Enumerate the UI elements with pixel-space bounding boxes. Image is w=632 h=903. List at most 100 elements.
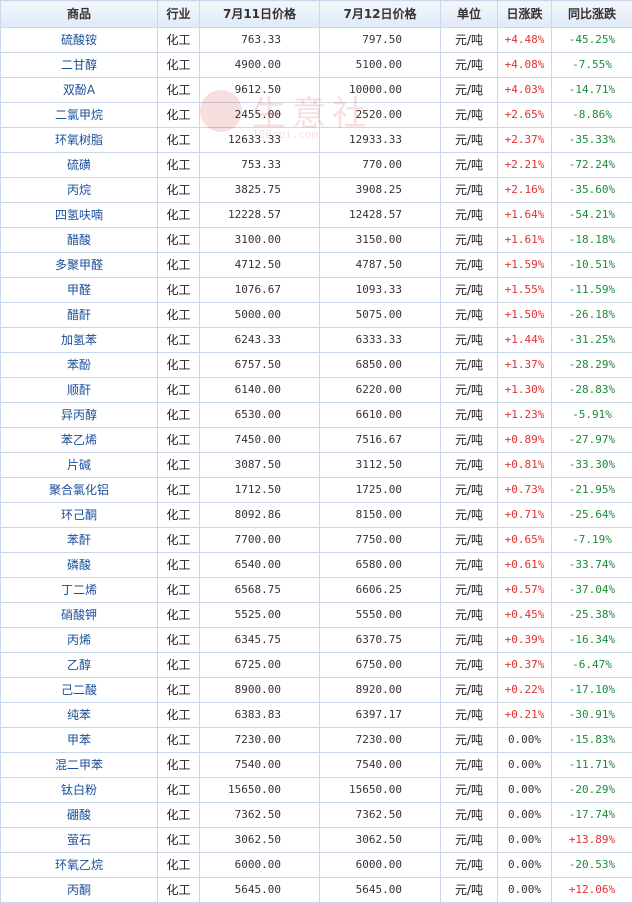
product-name-link[interactable]: 甲醛 — [1, 278, 158, 303]
product-name-link[interactable]: 硼酸 — [1, 803, 158, 828]
header-price-jul12[interactable]: 7月12日价格 — [320, 1, 441, 28]
product-name-link[interactable]: 苯乙烯 — [1, 428, 158, 453]
price-jul12-cell: 3150.00 — [320, 228, 441, 253]
product-name-link[interactable]: 二甘醇 — [1, 53, 158, 78]
table-row: 甲醛化工1076.671093.33元/吨+1.55%-11.59% — [1, 278, 632, 303]
product-name-link[interactable]: 混二甲苯 — [1, 753, 158, 778]
table-row: 纯苯化工6383.836397.17元/吨+0.21%-30.91% — [1, 703, 632, 728]
yoy-change-cell: -28.29% — [552, 353, 632, 378]
header-product[interactable]: 商品 — [1, 1, 158, 28]
product-name-link[interactable]: 环氧乙烷 — [1, 853, 158, 878]
price-jul11-cell: 6383.83 — [200, 703, 320, 728]
unit-cell: 元/吨 — [441, 878, 498, 903]
header-price-jul11[interactable]: 7月11日价格 — [200, 1, 320, 28]
product-name-link[interactable]: 丙酮 — [1, 878, 158, 903]
price-jul12-cell: 6220.00 — [320, 378, 441, 403]
price-jul11-cell: 4712.50 — [200, 253, 320, 278]
product-name-link[interactable]: 多聚甲醛 — [1, 253, 158, 278]
industry-cell: 化工 — [158, 828, 200, 853]
header-daily-change[interactable]: 日涨跌 — [498, 1, 552, 28]
product-name-link[interactable]: 片碱 — [1, 453, 158, 478]
product-name-link[interactable]: 二氯甲烷 — [1, 103, 158, 128]
price-jul11-cell: 6725.00 — [200, 653, 320, 678]
daily-change-cell: 0.00% — [498, 853, 552, 878]
product-name-link[interactable]: 丙烷 — [1, 178, 158, 203]
industry-cell: 化工 — [158, 328, 200, 353]
daily-change-cell: +1.55% — [498, 278, 552, 303]
yoy-change-cell: -18.18% — [552, 228, 632, 253]
product-name-link[interactable]: 苯酐 — [1, 528, 158, 553]
industry-cell: 化工 — [158, 278, 200, 303]
header-yoy-change[interactable]: 同比涨跌 — [552, 1, 632, 28]
price-jul11-cell: 6540.00 — [200, 553, 320, 578]
product-name-link[interactable]: 乙醇 — [1, 653, 158, 678]
industry-cell: 化工 — [158, 853, 200, 878]
product-name-link[interactable]: 磷酸 — [1, 553, 158, 578]
price-jul12-cell: 6850.00 — [320, 353, 441, 378]
price-jul11-cell: 3100.00 — [200, 228, 320, 253]
product-name-link[interactable]: 硝酸钾 — [1, 603, 158, 628]
product-name-link[interactable]: 硫酸铵 — [1, 28, 158, 53]
header-unit[interactable]: 单位 — [441, 1, 498, 28]
table-row: 己二酸化工8900.008920.00元/吨+0.22%-17.10% — [1, 678, 632, 703]
daily-change-cell: 0.00% — [498, 778, 552, 803]
unit-cell: 元/吨 — [441, 453, 498, 478]
table-row: 甲苯化工7230.007230.00元/吨0.00%-15.83% — [1, 728, 632, 753]
price-jul12-cell: 6606.25 — [320, 578, 441, 603]
daily-change-cell: +2.16% — [498, 178, 552, 203]
product-name-link[interactable]: 纯苯 — [1, 703, 158, 728]
industry-cell: 化工 — [158, 228, 200, 253]
product-name-link[interactable]: 顺酐 — [1, 378, 158, 403]
product-name-link[interactable]: 环己酮 — [1, 503, 158, 528]
table-row: 双酚A化工9612.5010000.00元/吨+4.03%-14.71% — [1, 78, 632, 103]
product-name-link[interactable]: 双酚A — [1, 78, 158, 103]
price-jul12-cell: 12933.33 — [320, 128, 441, 153]
product-name-link[interactable]: 异丙醇 — [1, 403, 158, 428]
unit-cell: 元/吨 — [441, 553, 498, 578]
unit-cell: 元/吨 — [441, 128, 498, 153]
table-row: 硫酸铵化工763.33797.50元/吨+4.48%-45.25% — [1, 28, 632, 53]
table-row: 四氢呋喃化工12228.5712428.57元/吨+1.64%-54.21% — [1, 203, 632, 228]
table-row: 乙醇化工6725.006750.00元/吨+0.37%-6.47% — [1, 653, 632, 678]
product-name-link[interactable]: 聚合氯化铝 — [1, 478, 158, 503]
price-jul11-cell: 753.33 — [200, 153, 320, 178]
industry-cell: 化工 — [158, 378, 200, 403]
product-name-link[interactable]: 醋酐 — [1, 303, 158, 328]
yoy-change-cell: -37.04% — [552, 578, 632, 603]
product-name-link[interactable]: 硫磺 — [1, 153, 158, 178]
product-name-link[interactable]: 苯酚 — [1, 353, 158, 378]
industry-cell: 化工 — [158, 428, 200, 453]
price-jul11-cell: 1712.50 — [200, 478, 320, 503]
daily-change-cell: +0.45% — [498, 603, 552, 628]
unit-cell: 元/吨 — [441, 203, 498, 228]
unit-cell: 元/吨 — [441, 653, 498, 678]
product-name-link[interactable]: 钛白粉 — [1, 778, 158, 803]
product-name-link[interactable]: 丁二烯 — [1, 578, 158, 603]
header-industry[interactable]: 行业 — [158, 1, 200, 28]
product-name-link[interactable]: 醋酸 — [1, 228, 158, 253]
product-name-link[interactable]: 环氧树脂 — [1, 128, 158, 153]
daily-change-cell: +2.65% — [498, 103, 552, 128]
industry-cell: 化工 — [158, 403, 200, 428]
product-name-link[interactable]: 加氢苯 — [1, 328, 158, 353]
price-jul11-cell: 6140.00 — [200, 378, 320, 403]
product-name-link[interactable]: 丙烯 — [1, 628, 158, 653]
table-row: 丙烷化工3825.753908.25元/吨+2.16%-35.60% — [1, 178, 632, 203]
product-name-link[interactable]: 四氢呋喃 — [1, 203, 158, 228]
product-name-link[interactable]: 萤石 — [1, 828, 158, 853]
industry-cell: 化工 — [158, 353, 200, 378]
price-jul11-cell: 12633.33 — [200, 128, 320, 153]
unit-cell: 元/吨 — [441, 778, 498, 803]
price-jul12-cell: 3112.50 — [320, 453, 441, 478]
product-name-link[interactable]: 己二酸 — [1, 678, 158, 703]
product-name-link[interactable]: 甲苯 — [1, 728, 158, 753]
daily-change-cell: 0.00% — [498, 878, 552, 903]
table-row: 异丙醇化工6530.006610.00元/吨+1.23%-5.91% — [1, 403, 632, 428]
daily-change-cell: +4.08% — [498, 53, 552, 78]
industry-cell: 化工 — [158, 28, 200, 53]
price-jul11-cell: 1076.67 — [200, 278, 320, 303]
yoy-change-cell: -26.18% — [552, 303, 632, 328]
price-jul11-cell: 6345.75 — [200, 628, 320, 653]
price-jul12-cell: 6000.00 — [320, 853, 441, 878]
unit-cell: 元/吨 — [441, 78, 498, 103]
